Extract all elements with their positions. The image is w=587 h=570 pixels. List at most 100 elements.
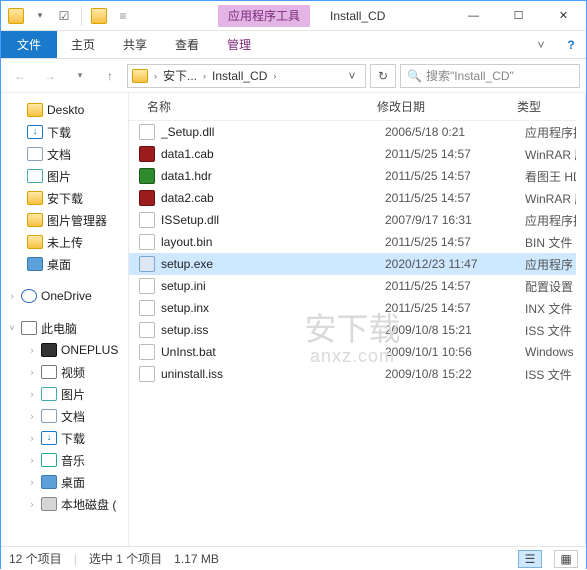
tree-item[interactable]: ›桌面	[1, 471, 128, 493]
help-icon[interactable]: ?	[556, 31, 586, 58]
column-name[interactable]: 名称	[139, 98, 369, 115]
file-date: 2009/10/8 15:22	[385, 367, 525, 381]
search-icon: 🔍	[407, 69, 422, 83]
properties-icon[interactable]: ☑	[53, 5, 75, 27]
close-button[interactable]: ✕	[541, 1, 586, 31]
recent-locations-icon[interactable]: ▾	[67, 63, 93, 89]
file-type: 应用程序扩	[525, 212, 576, 229]
status-selection: 选中 1 个项目	[89, 550, 162, 567]
tab-home[interactable]: 主页	[57, 31, 109, 58]
file-name: setup.exe	[161, 257, 385, 271]
file-row[interactable]: data1.hdr2011/5/25 14:57看图王 HD	[129, 165, 576, 187]
context-tool-label: 应用程序工具	[218, 5, 310, 27]
file-icon	[139, 256, 155, 272]
tree-item[interactable]: 图片管理器	[1, 209, 128, 231]
file-name: setup.iss	[161, 323, 385, 337]
tree-item[interactable]: 桌面	[1, 253, 128, 275]
nav-tree[interactable]: Deskto下载文档图片安下载图片管理器未上传桌面 ›OneDrive ˅此电脑…	[1, 93, 129, 546]
status-item-count: 12 个项目	[9, 550, 62, 567]
file-row[interactable]: setup.inx2011/5/25 14:57INX 文件	[129, 297, 576, 319]
tree-item[interactable]: ›文档	[1, 405, 128, 427]
collapse-ribbon-icon[interactable]: ˅	[526, 31, 556, 58]
minimize-button[interactable]: —	[451, 1, 496, 31]
up-button[interactable]: ↑	[97, 63, 123, 89]
maximize-button[interactable]: ☐	[496, 1, 541, 31]
file-row[interactable]: UnInst.bat2009/10/1 10:56Windows	[129, 341, 576, 363]
refresh-button[interactable]: ↻	[370, 64, 396, 88]
address-dropdown-icon[interactable]: ˅	[343, 69, 361, 83]
icons-view-button[interactable]: ▦	[554, 550, 578, 568]
tree-item[interactable]: ›图片	[1, 383, 128, 405]
dl-icon	[41, 431, 57, 445]
file-name: setup.ini	[161, 279, 385, 293]
file-row[interactable]: data2.cab2011/5/25 14:57WinRAR 压	[129, 187, 576, 209]
file-icon	[139, 278, 155, 294]
qat-customize-icon[interactable]: ≡	[112, 5, 134, 27]
file-row[interactable]: ISSetup.dll2007/9/17 16:31应用程序扩	[129, 209, 576, 231]
pic-icon	[41, 387, 57, 401]
file-tab[interactable]: 文件	[1, 31, 57, 58]
file-row[interactable]: layout.bin2011/5/25 14:57BIN 文件	[129, 231, 576, 253]
quick-access-toolbar: ▾ ☑ ≡	[1, 5, 138, 27]
file-date: 2006/5/18 0:21	[385, 125, 525, 139]
file-icon	[139, 212, 155, 228]
desk-icon	[41, 475, 57, 489]
tree-item[interactable]: 下载	[1, 121, 128, 143]
tree-item[interactable]: 未上传	[1, 231, 128, 253]
file-type: 应用程序	[525, 256, 576, 273]
file-row[interactable]: _Setup.dll2006/5/18 0:21应用程序扩	[129, 121, 576, 143]
doc-icon	[41, 409, 57, 423]
status-bar: 12 个项目 | 选中 1 个项目 1.17 MB ☰ ▦	[1, 546, 586, 570]
file-type: 看图王 HD	[525, 168, 576, 185]
details-view-button[interactable]: ☰	[518, 550, 542, 568]
column-type[interactable]: 类型	[509, 98, 576, 115]
file-date: 2011/5/25 14:57	[385, 169, 525, 183]
file-icon	[139, 190, 155, 206]
breadcrumb[interactable]: › 安下... › Install_CD › ˅	[127, 64, 366, 88]
file-icon	[139, 322, 155, 338]
file-row[interactable]: data1.cab2011/5/25 14:57WinRAR 压	[129, 143, 576, 165]
qat-dropdown-icon[interactable]: ▾	[29, 5, 51, 27]
tab-share[interactable]: 共享	[109, 31, 161, 58]
cloud-icon	[21, 289, 37, 303]
tree-item[interactable]: Deskto	[1, 99, 128, 121]
column-headers: 名称 修改日期 类型	[129, 93, 576, 121]
back-button[interactable]: ←	[7, 63, 33, 89]
tree-this-pc[interactable]: ˅此电脑	[1, 317, 128, 339]
tree-onedrive[interactable]: ›OneDrive	[1, 285, 128, 307]
crumb-parent[interactable]: 安下...	[159, 67, 201, 84]
search-input[interactable]: 🔍 搜索"Install_CD"	[400, 64, 580, 88]
tree-item[interactable]: ›视频	[1, 361, 128, 383]
tab-manage[interactable]: 管理	[213, 31, 265, 58]
tree-item[interactable]: 图片	[1, 165, 128, 187]
scrollbar[interactable]	[576, 93, 586, 544]
main-area: Deskto下载文档图片安下载图片管理器未上传桌面 ›OneDrive ˅此电脑…	[1, 93, 586, 546]
crumb-current[interactable]: Install_CD	[208, 69, 271, 83]
phone-icon	[41, 343, 57, 357]
tree-item[interactable]: ›音乐	[1, 449, 128, 471]
chevron-right-icon[interactable]: ›	[154, 71, 157, 81]
file-name: UnInst.bat	[161, 345, 385, 359]
file-icon	[139, 146, 155, 162]
file-row[interactable]: uninstall.iss2009/10/8 15:22ISS 文件	[129, 363, 576, 385]
tree-item[interactable]: ›下载	[1, 427, 128, 449]
forward-button[interactable]: →	[37, 63, 63, 89]
file-icon	[139, 300, 155, 316]
file-row[interactable]: setup.exe2020/12/23 11:47应用程序	[129, 253, 576, 275]
chevron-right-icon[interactable]: ›	[273, 71, 276, 81]
tree-item[interactable]: 文档	[1, 143, 128, 165]
tab-view[interactable]: 查看	[161, 31, 213, 58]
tree-item[interactable]: ›ONEPLUS	[1, 339, 128, 361]
file-date: 2011/5/25 14:57	[385, 301, 525, 315]
doc-icon	[27, 147, 43, 161]
tree-item[interactable]: ›本地磁盘 (	[1, 493, 128, 515]
tree-item[interactable]: 安下载	[1, 187, 128, 209]
chevron-right-icon[interactable]: ›	[203, 71, 206, 81]
column-date[interactable]: 修改日期	[369, 98, 509, 115]
file-row[interactable]: setup.ini2011/5/25 14:57配置设置	[129, 275, 576, 297]
new-folder-icon[interactable]	[88, 5, 110, 27]
file-name: uninstall.iss	[161, 367, 385, 381]
file-date: 2011/5/25 14:57	[385, 191, 525, 205]
file-type: ISS 文件	[525, 366, 576, 383]
file-row[interactable]: setup.iss2009/10/8 15:21ISS 文件	[129, 319, 576, 341]
